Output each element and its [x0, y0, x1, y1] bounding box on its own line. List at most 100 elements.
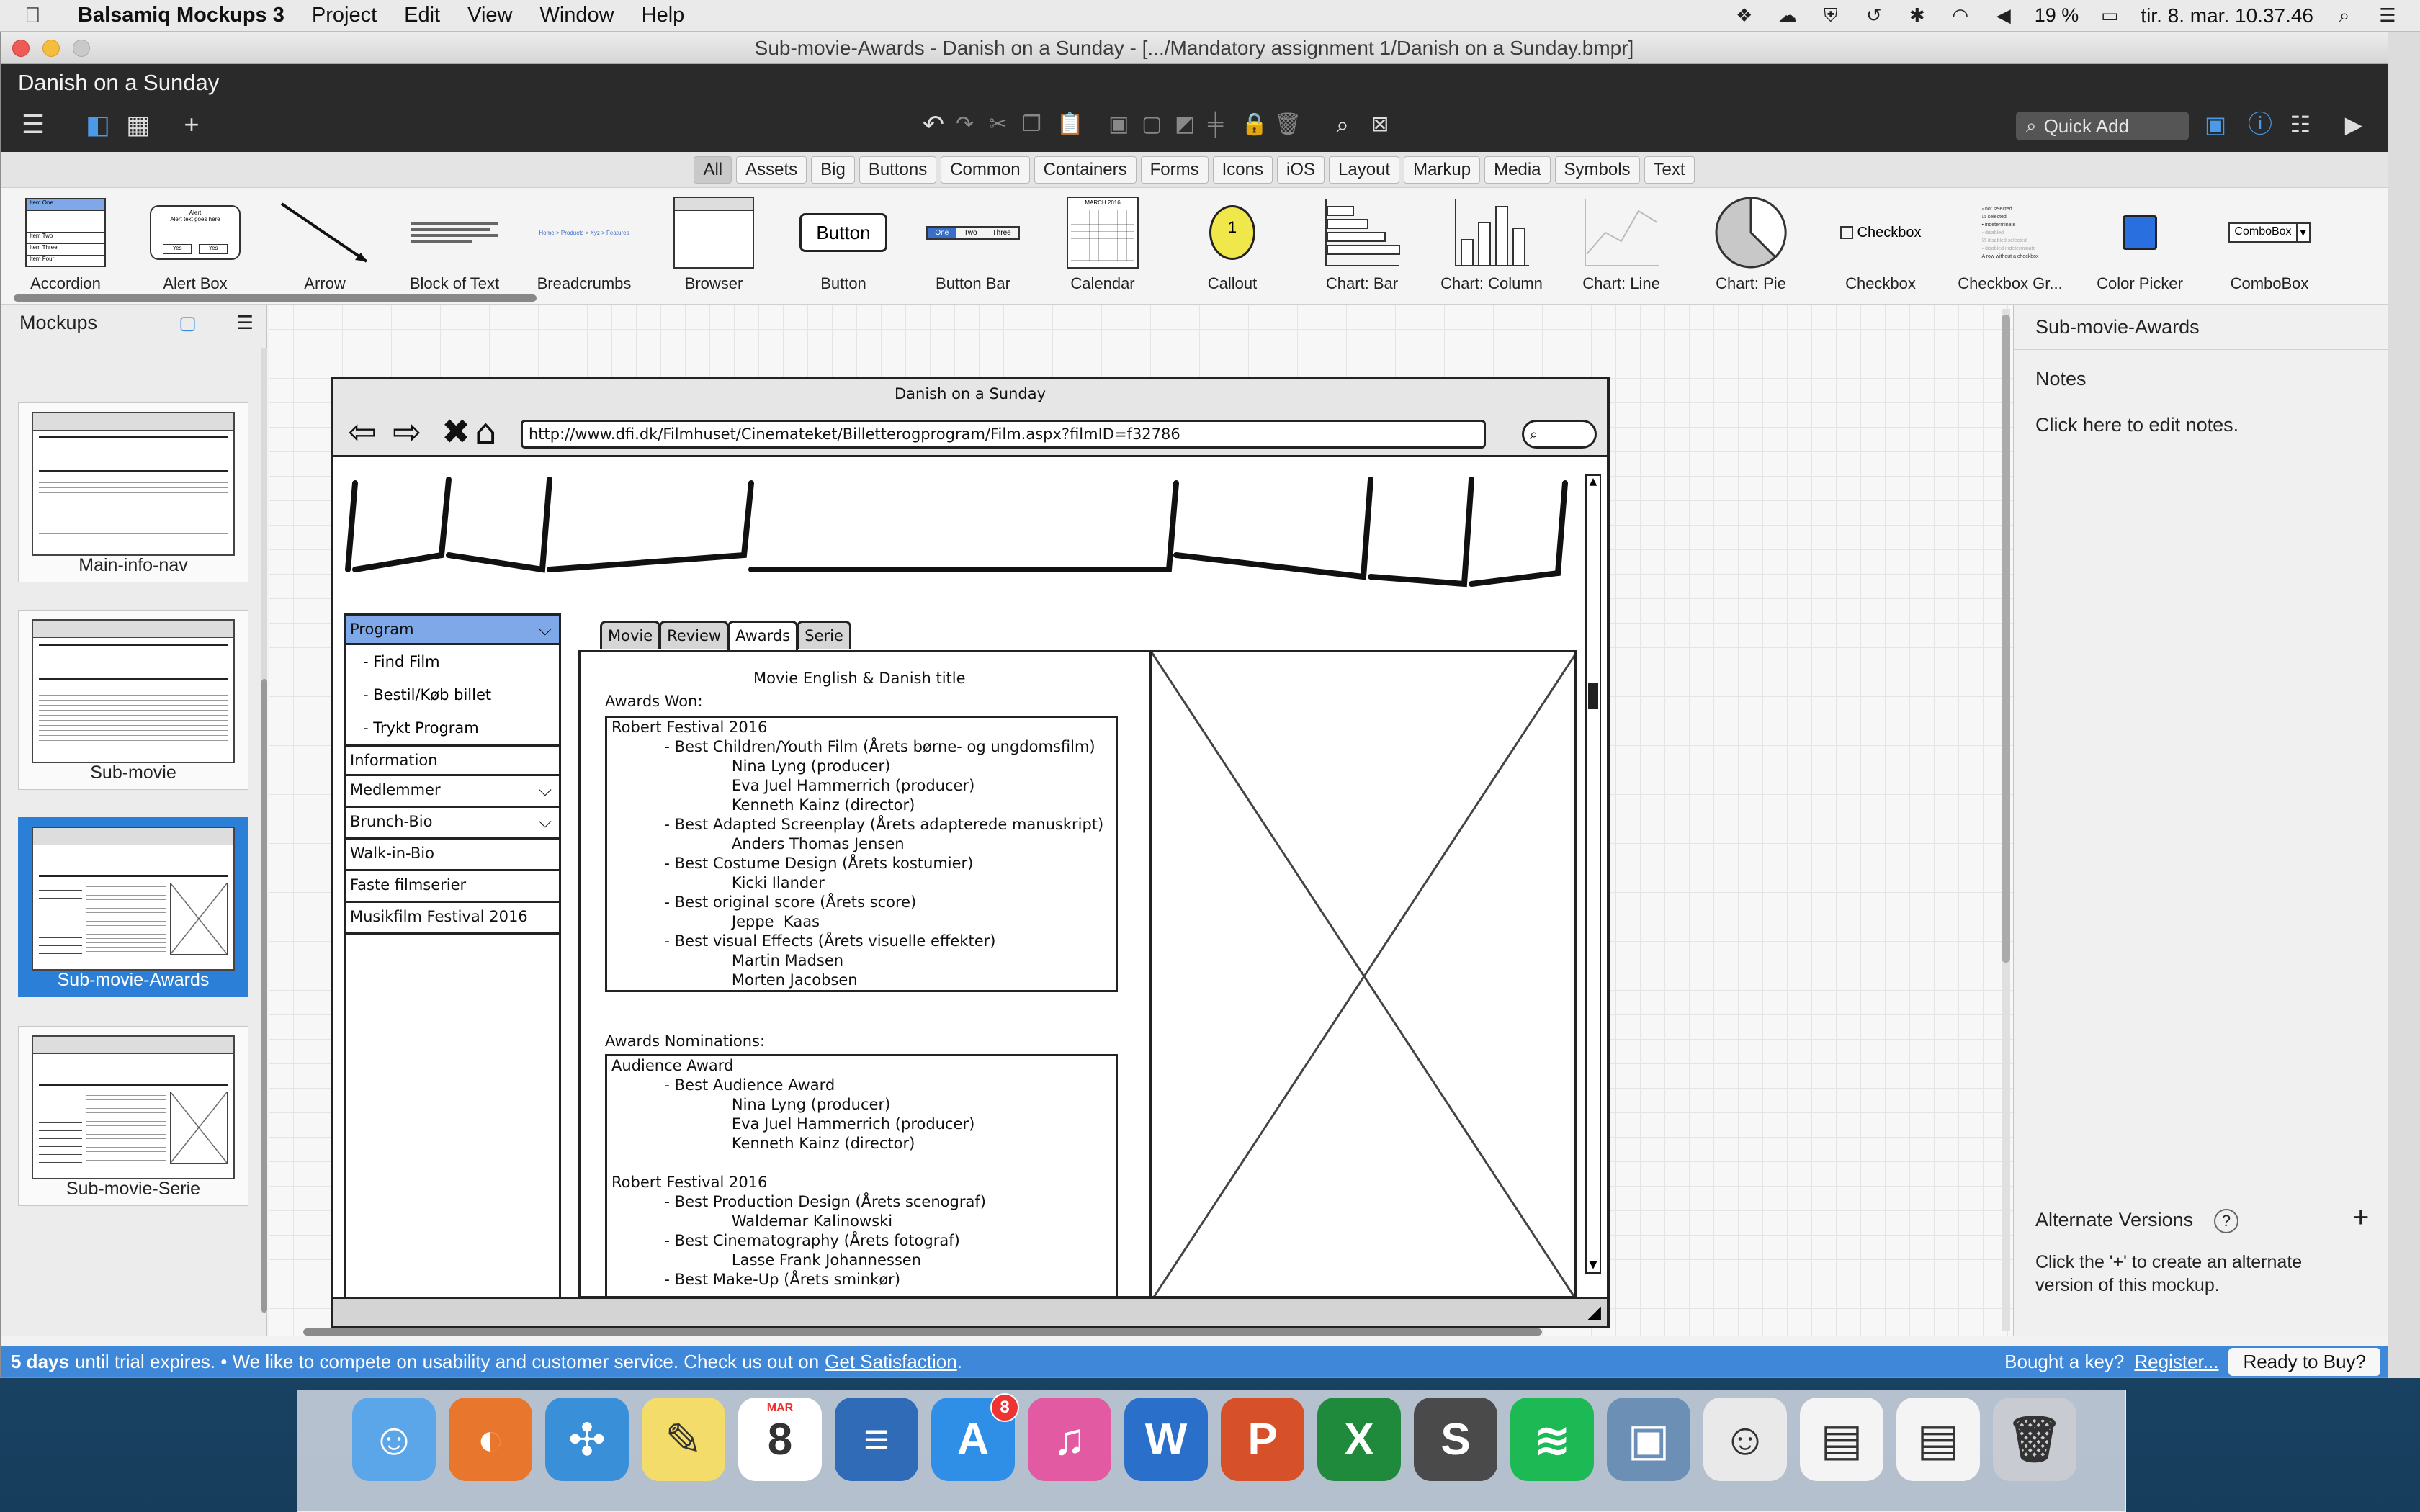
clock[interactable]: tir. 8. mar. 10.37.46	[2141, 4, 2313, 27]
search-icon[interactable]: ⌕	[1326, 104, 1359, 145]
register-link[interactable]: Register...	[2134, 1351, 2218, 1373]
view-mode-icon[interactable]: ▣	[2199, 104, 2232, 145]
trash-icon[interactable]: 🗑	[1993, 1398, 2076, 1481]
filter-tab-layout[interactable]: Layout	[1329, 156, 1400, 184]
filter-tab-markup[interactable]: Markup	[1404, 156, 1481, 184]
stickies-icon[interactable]: ✎	[642, 1398, 725, 1481]
excel-icon[interactable]: X	[1317, 1398, 1401, 1481]
mockup-thumb-sub-movie-awards[interactable]: Sub-movie-Awards	[18, 817, 248, 997]
apple-menu-icon[interactable]: 	[24, 4, 56, 28]
balsamiq-icon[interactable]: ☺	[1703, 1398, 1787, 1481]
document-icon[interactable]: ▤	[1800, 1398, 1883, 1481]
library-item-chart-bar[interactable]: Chart: Bar	[1297, 188, 1427, 296]
library-item-block-of-text[interactable]: Block of Text	[390, 188, 519, 296]
nav-sub-trykt[interactable]: - Trykt Program	[344, 711, 561, 744]
clear-icon[interactable]: ⊠	[1363, 104, 1397, 145]
firefox-icon[interactable]: ◐	[449, 1398, 532, 1481]
library-item-calendar[interactable]: MARCH 2016 Calendar	[1038, 188, 1168, 296]
mockup-search-field[interactable]: ⌕	[1522, 420, 1597, 449]
app-store-icon[interactable]: A8	[931, 1393, 1019, 1481]
scroll-thumb[interactable]	[1588, 683, 1598, 709]
resize-handle-icon[interactable]: ◢	[1588, 1302, 1601, 1322]
nav-brunch-bio[interactable]: Brunch-Bio ⌵	[344, 808, 561, 840]
calendar-icon[interactable]: 8 MAR	[738, 1398, 822, 1481]
mockup-thumb-main-info-nav[interactable]: Main-info-nav	[18, 402, 248, 582]
filter-tab-text[interactable]: Text	[1644, 156, 1695, 184]
canvas-horizontal-scrollbar[interactable]	[303, 1328, 1542, 1336]
window-titlebar[interactable]: Sub-movie-Awards - Danish on a Sunday - …	[1, 32, 2388, 64]
menu-app-name[interactable]: Balsamiq Mockups 3	[78, 4, 284, 27]
itunes-icon[interactable]: ♫	[1028, 1398, 1111, 1481]
notification-center-icon[interactable]: ☰	[2375, 4, 2400, 26]
group-icon[interactable]: ▣	[1108, 104, 1129, 145]
library-item-checkbox-group[interactable]: ▫ not selected ☑ selected ▪ indeterminat…	[1945, 188, 2075, 296]
mockup-browser-window[interactable]: Danish on a Sunday ⇦ ⇨ ✖ ⌂ http://www.df…	[331, 377, 1610, 1328]
tab-awards[interactable]: Awards	[727, 621, 799, 652]
library-item-chart-pie[interactable]: Chart: Pie	[1686, 188, 1816, 296]
volume-icon[interactable]: ◀	[1991, 4, 2016, 26]
add-alternate-version-button[interactable]: +	[2352, 1202, 2369, 1234]
filter-tab-ios[interactable]: iOS	[1277, 156, 1325, 184]
nav-information[interactable]: Information	[344, 744, 561, 776]
library-item-callout[interactable]: 1 Callout	[1168, 188, 1297, 296]
list-view-icon[interactable]: ☰	[237, 312, 254, 334]
delete-icon[interactable]: 🗑	[1274, 104, 1301, 145]
dropbox-icon[interactable]: ❖	[1732, 4, 1757, 26]
spotlight-search-icon[interactable]: ⌕	[2332, 4, 2357, 26]
spotify-icon[interactable]: ≋	[1510, 1398, 1594, 1481]
library-item-alert-box[interactable]: Alert Alert text goes here Yes Yes Alert…	[130, 188, 260, 296]
info-icon[interactable]: ⓘ	[2244, 104, 2277, 145]
nav-walk-in-bio[interactable]: Walk-in-Bio	[344, 840, 561, 871]
home-icon[interactable]: ⌂	[475, 415, 496, 449]
undo-icon[interactable]: ↶	[917, 104, 950, 145]
shield-icon[interactable]: ⛨	[1819, 4, 1843, 26]
nav-faste-filmserier[interactable]: Faste filmserier	[344, 871, 561, 903]
library-item-chart-column[interactable]: Chart: Column	[1427, 188, 1556, 296]
hamburger-menu-icon[interactable]: ☰	[15, 104, 51, 145]
nav-program[interactable]: Program ⌵	[344, 613, 561, 645]
canvas-vertical-scrollbar[interactable]	[2002, 309, 2010, 1331]
tab-movie[interactable]: Movie	[600, 621, 661, 649]
cut-icon[interactable]: ✂	[989, 104, 1007, 145]
document-icon-2[interactable]: ▤	[1896, 1398, 1980, 1481]
filter-tab-buttons[interactable]: Buttons	[859, 156, 937, 184]
battery-percent[interactable]: 19 %	[2035, 4, 2079, 27]
scroll-up-arrow-icon[interactable]: ▲	[1587, 476, 1600, 489]
library-item-breadcrumbs[interactable]: Home > Products > Xyz > Features Breadcr…	[519, 188, 649, 296]
get-satisfaction-link[interactable]: Get Satisfaction	[825, 1351, 957, 1373]
forward-arrow-icon[interactable]: ⇨	[393, 415, 421, 449]
battery-icon[interactable]: ▭	[2097, 4, 2122, 26]
properties-icon[interactable]: ☷	[2284, 104, 2317, 145]
menu-help[interactable]: Help	[642, 4, 685, 27]
bring-front-icon[interactable]: ◩	[1175, 104, 1195, 145]
filter-tab-all[interactable]: All	[694, 156, 732, 184]
align-icon[interactable]: ╪	[1208, 104, 1223, 145]
ready-to-buy-button[interactable]: Ready to Buy?	[2228, 1347, 2380, 1376]
library-item-combobox[interactable]: ComboBox ▾ ComboBox	[2205, 188, 2334, 296]
mockup-scrollbar[interactable]: ▲ ▼	[1585, 474, 1601, 1274]
time-machine-icon[interactable]: ↺	[1862, 4, 1886, 26]
back-arrow-icon[interactable]: ⇦	[348, 415, 377, 449]
menu-edit[interactable]: Edit	[404, 4, 440, 27]
powerpoint-icon[interactable]: P	[1221, 1398, 1304, 1481]
filter-tab-icons[interactable]: Icons	[1212, 156, 1273, 184]
library-item-browser[interactable]: Browser	[649, 188, 779, 296]
lock-icon[interactable]: 🔒	[1241, 104, 1268, 145]
cloud-icon[interactable]: ☁	[1775, 4, 1800, 26]
nav-medlemmer[interactable]: Medlemmer ⌵	[344, 776, 561, 808]
scroll-down-arrow-icon[interactable]: ▼	[1587, 1259, 1600, 1272]
quick-add-input[interactable]: ⌕ Quick Add	[2016, 112, 2189, 140]
redo-icon[interactable]: ↷	[956, 104, 974, 145]
word-icon[interactable]: W	[1124, 1398, 1208, 1481]
filter-tab-common[interactable]: Common	[941, 156, 1030, 184]
equalizer-icon[interactable]: ≡	[835, 1398, 918, 1481]
filter-tab-forms[interactable]: Forms	[1140, 156, 1209, 184]
safari-icon[interactable]: ✣	[545, 1398, 629, 1481]
library-item-button[interactable]: Button Button	[779, 188, 908, 296]
menu-project[interactable]: Project	[312, 4, 377, 27]
grid-view-icon[interactable]: ▦	[122, 104, 155, 145]
nav-sub-bestil[interactable]: - Bestil/Køb billet	[344, 678, 561, 711]
single-view-icon[interactable]: ▢	[179, 312, 197, 334]
bluetooth-icon[interactable]: ✱	[1905, 4, 1930, 26]
mockup-thumb-sub-movie[interactable]: Sub-movie	[18, 610, 248, 790]
